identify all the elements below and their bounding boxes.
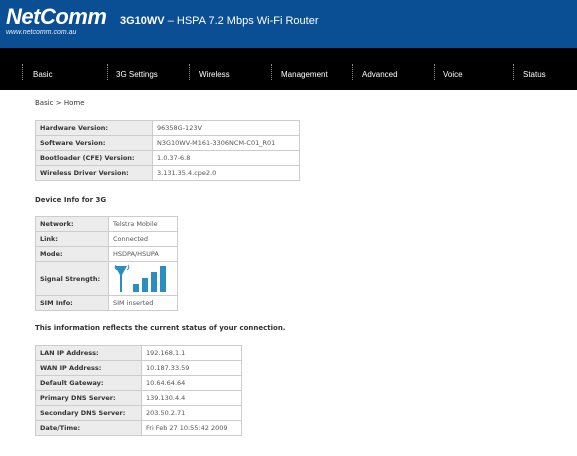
link-value: Connected xyxy=(108,231,178,247)
nav-3g-settings[interactable]: 3G Settings xyxy=(116,48,158,90)
lan-ip-label: LAN IP Address: xyxy=(35,345,142,361)
software-version-label: Software Version: xyxy=(35,135,153,151)
lan-ip-value: 192.168.1.1 xyxy=(141,345,242,361)
default-gateway-value: 10.64.64.64 xyxy=(141,375,242,391)
primary-dns-value: 139.130.4.4 xyxy=(141,390,242,406)
model-name: 3G10WV xyxy=(120,15,165,27)
page-title: 3G10WV – HSPA 7.2 Mbps Wi-Fi Router xyxy=(120,15,319,27)
hardware-version-label: Hardware Version: xyxy=(35,120,153,136)
table-row: Hardware Version: 96358G-123V xyxy=(35,120,300,136)
signal-strength-label: Signal Strength: xyxy=(35,261,109,296)
table-row: WAN IP Address: 10.187.33.59 xyxy=(35,360,242,376)
table-row: SIM Info: SIM inserted xyxy=(35,295,178,311)
bootloader-version-label: Bootloader (CFE) Version: xyxy=(35,150,153,166)
nav-status[interactable]: Status xyxy=(523,48,546,90)
wan-ip-label: WAN IP Address: xyxy=(35,360,142,376)
table-row: Link: Connected xyxy=(35,231,178,247)
nav-separator xyxy=(107,64,108,80)
wan-ip-value: 10.187.33.59 xyxy=(141,360,242,376)
nav-separator xyxy=(434,64,435,80)
sim-info-value: SIM inserted xyxy=(108,295,178,311)
signal-bar xyxy=(151,271,157,292)
network-value: Telstra Mobile xyxy=(108,216,178,232)
table-row: LAN IP Address: 192.168.1.1 xyxy=(35,345,242,361)
mode-value: HSDPA/HSUPA xyxy=(108,246,178,262)
table-row: Mode: HSDPA/HSUPA xyxy=(35,246,178,262)
hardware-version-value: 96358G-123V xyxy=(152,120,300,136)
signal-bar xyxy=(142,277,148,292)
main-nav: Basic 3G Settings Wireless Management Ad… xyxy=(0,48,577,90)
sim-info-label: SIM Info: xyxy=(35,295,109,311)
logo-url: www.netcomm.com.au xyxy=(6,29,77,36)
nav-separator xyxy=(22,64,23,80)
table-row: Software Version: N3G10WV-M161-3306NCM-C… xyxy=(35,135,300,151)
device-3g-table: Network: Telstra Mobile Link: Connected … xyxy=(35,216,178,311)
mode-label: Mode: xyxy=(35,246,109,262)
table-row: Wireless Driver Version: 3.131.35.4.cpe2… xyxy=(35,165,300,181)
default-gateway-label: Default Gateway: xyxy=(35,375,142,391)
nav-management[interactable]: Management xyxy=(281,48,328,90)
software-version-value: N3G10WV-M161-3306NCM-C01_R01 xyxy=(152,135,300,151)
nav-separator xyxy=(271,64,272,80)
date-time-value: Fri Feb 27 10:55:42 2009 xyxy=(141,420,242,436)
nav-separator xyxy=(352,64,353,80)
device-info-table: Hardware Version: 96358G-123V Software V… xyxy=(35,120,300,181)
nav-voice[interactable]: Voice xyxy=(443,48,463,90)
signal-bars xyxy=(133,265,166,292)
signal-strength-value xyxy=(108,261,178,296)
wireless-driver-version-label: Wireless Driver Version: xyxy=(35,165,153,181)
secondary-dns-label: Secondary DNS Server: xyxy=(35,405,142,421)
nav-separator xyxy=(189,64,190,80)
device-3g-title: Device Info for 3G xyxy=(35,196,107,204)
header-banner: NetComm www.netcomm.com.au 3G10WV – HSPA… xyxy=(0,0,577,48)
model-subtitle: – HSPA 7.2 Mbps Wi-Fi Router xyxy=(164,15,319,27)
table-row: Date/Time: Fri Feb 27 10:55:42 2009 xyxy=(35,420,242,436)
nav-basic[interactable]: Basic xyxy=(33,48,53,90)
nav-separator xyxy=(513,64,514,80)
connection-table: LAN IP Address: 192.168.1.1 WAN IP Addre… xyxy=(35,345,242,436)
signal-bar xyxy=(133,283,139,292)
table-row: Primary DNS Server: 139.130.4.4 xyxy=(35,390,242,406)
signal-strength-icon xyxy=(114,264,166,292)
wireless-driver-version-value: 3.131.35.4.cpe2.0 xyxy=(152,165,300,181)
table-row: Secondary DNS Server: 203.50.2.71 xyxy=(35,405,242,421)
table-row: Default Gateway: 10.64.64.64 xyxy=(35,375,242,391)
date-time-label: Date/Time: xyxy=(35,420,142,436)
netcomm-logo: NetComm xyxy=(6,4,107,29)
primary-dns-label: Primary DNS Server: xyxy=(35,390,142,406)
bootloader-version-value: 1.0.37-6.8 xyxy=(152,150,300,166)
antenna-icon xyxy=(114,264,130,292)
connection-note: This information reflects the current st… xyxy=(35,324,286,332)
breadcrumb: Basic > Home xyxy=(35,99,85,107)
table-row: Bootloader (CFE) Version: 1.0.37-6.8 xyxy=(35,150,300,166)
secondary-dns-value: 203.50.2.71 xyxy=(141,405,242,421)
nav-advanced[interactable]: Advanced xyxy=(362,48,398,90)
signal-bar xyxy=(160,265,166,292)
link-label: Link: xyxy=(35,231,109,247)
table-row: Signal Strength: xyxy=(35,261,178,296)
table-row: Network: Telstra Mobile xyxy=(35,216,178,232)
network-label: Network: xyxy=(35,216,109,232)
nav-wireless[interactable]: Wireless xyxy=(199,48,230,90)
